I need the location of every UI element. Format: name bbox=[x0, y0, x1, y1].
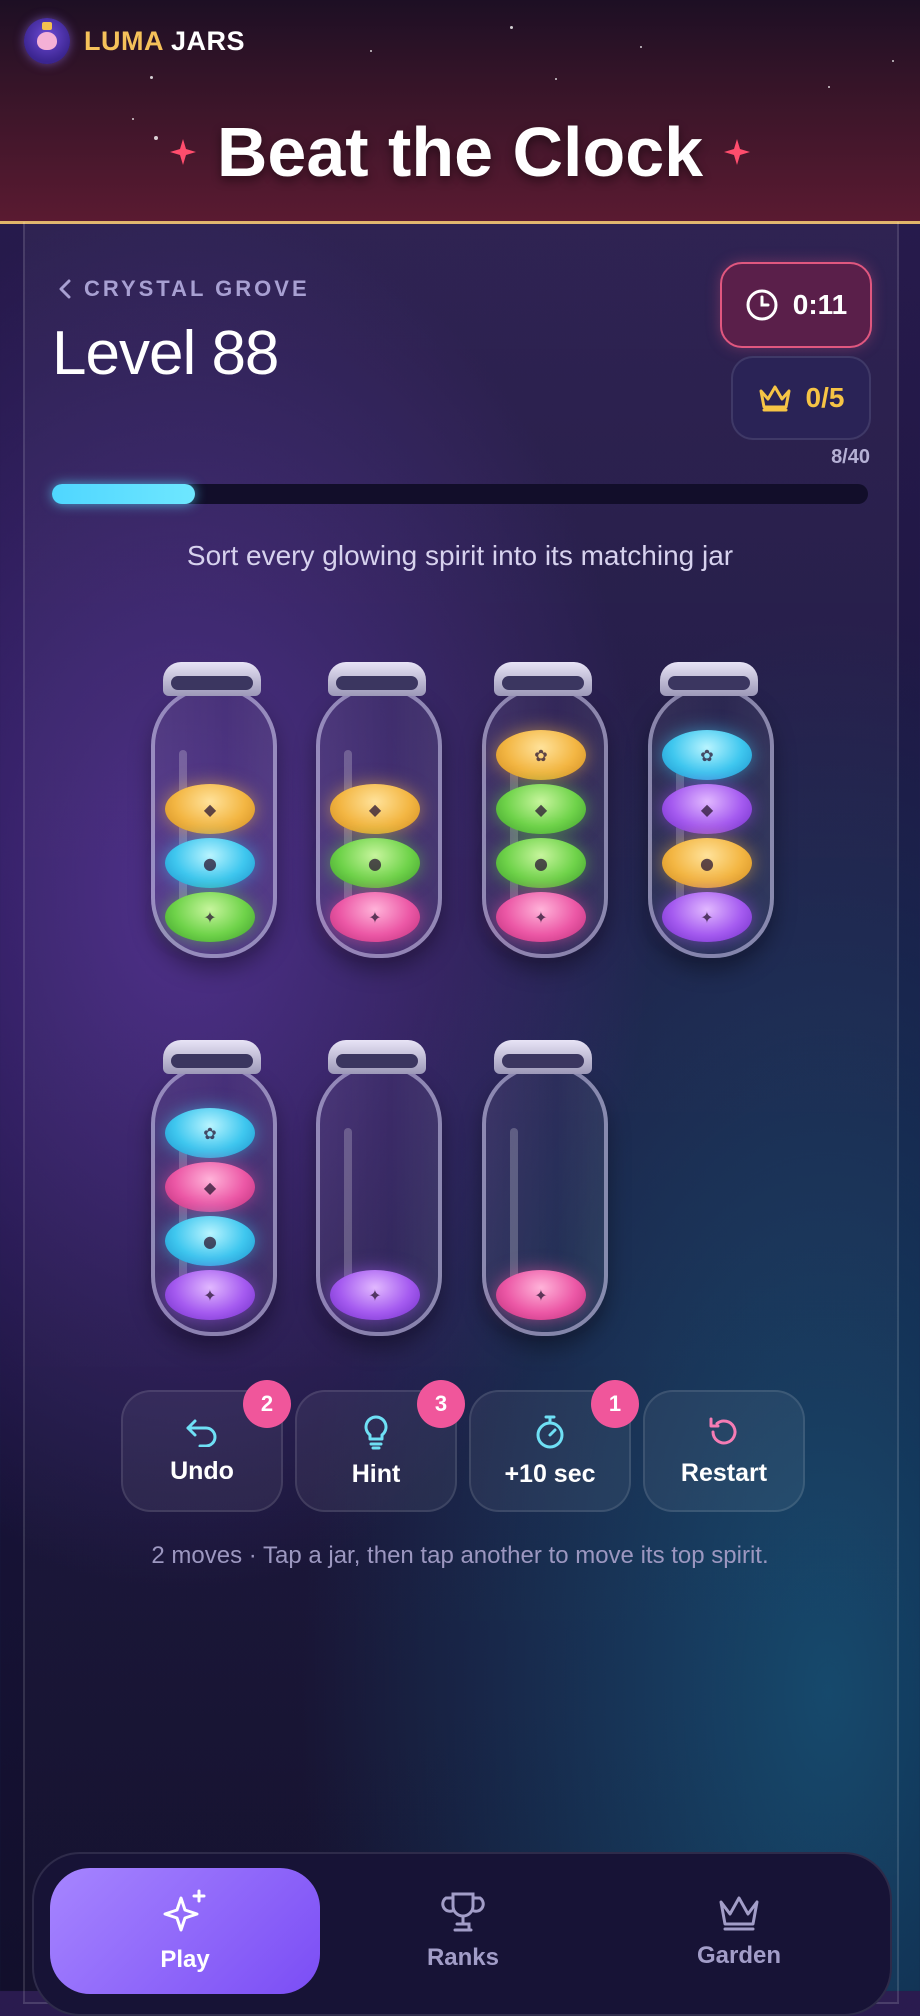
jar[interactable]: ◆ ● ✦ bbox=[316, 662, 442, 958]
spirit-purple: ✦ bbox=[662, 892, 752, 942]
spirit-pink: ✦ bbox=[496, 892, 586, 942]
sparkle-icon bbox=[724, 139, 751, 165]
timer-badge: 0:11 bbox=[720, 262, 872, 348]
score-value: 0/5 bbox=[805, 382, 845, 413]
instruction-text: Sort every glowing spirit into its match… bbox=[186, 540, 734, 571]
spirit-green: ● bbox=[496, 838, 586, 888]
spirit-gold: ◆ bbox=[165, 784, 255, 834]
spirit-gold: ✿ bbox=[496, 730, 586, 780]
jar-lid bbox=[328, 662, 426, 696]
clock-icon bbox=[746, 289, 778, 321]
restart-icon bbox=[709, 1417, 737, 1444]
crown-icon bbox=[759, 385, 791, 412]
nav-play[interactable]: Play bbox=[50, 1868, 320, 1994]
lightbulb-icon bbox=[364, 1415, 388, 1449]
spirit-pink: ✦ bbox=[330, 892, 420, 942]
jar[interactable]: ✿ ◆ ● ✦ bbox=[648, 662, 774, 958]
spirit-cyan: ● bbox=[165, 1216, 255, 1266]
bottom-nav: Play Ranks Garden bbox=[32, 1852, 892, 2016]
crown-icon bbox=[719, 1896, 759, 1931]
jar[interactable]: ✿ ◆ ● ✦ bbox=[482, 662, 608, 958]
nav-ranks[interactable]: Ranks bbox=[328, 1868, 598, 1994]
jar[interactable]: ✦ bbox=[482, 1040, 608, 1336]
sparkles-icon bbox=[163, 1889, 206, 1932]
trophy-icon bbox=[441, 1892, 485, 1932]
jar-lid bbox=[163, 662, 261, 696]
brand-logo bbox=[24, 18, 70, 64]
progress-fill bbox=[52, 484, 195, 504]
undo-button[interactable]: Undo 2 bbox=[121, 1380, 291, 1512]
spirit-cyan: ● bbox=[165, 838, 255, 888]
back-link[interactable]: CRYSTAL GROVE bbox=[58, 276, 310, 302]
add-time-count-badge: 1 bbox=[591, 1380, 639, 1428]
timer-value: 0:11 bbox=[792, 289, 848, 320]
spirit-cyan: ✿ bbox=[662, 730, 752, 780]
spirit-purple: ✦ bbox=[165, 1270, 255, 1320]
progress-bar bbox=[52, 484, 868, 504]
jar[interactable]: ✿ ◆ ● ✦ bbox=[151, 1040, 277, 1336]
spirit-gold: ◆ bbox=[330, 784, 420, 834]
jar[interactable]: ✦ bbox=[316, 1040, 442, 1336]
spirit-pink: ◆ bbox=[165, 1162, 255, 1212]
score-badge: 0/5 bbox=[731, 356, 871, 440]
jar[interactable]: ◆ ● ✦ bbox=[151, 662, 277, 958]
restart-button[interactable]: Restart bbox=[643, 1390, 805, 1512]
jar-lid bbox=[328, 1040, 426, 1074]
page-title: Beat the Clock bbox=[216, 113, 704, 191]
add-time-button[interactable]: +10 sec 1 bbox=[469, 1380, 639, 1512]
progress-count: 8/40 bbox=[831, 446, 870, 468]
undo-icon bbox=[186, 1419, 217, 1447]
spirit-green: ✦ bbox=[165, 892, 255, 942]
moves-hint: 2 moves · Tap a jar, then tap another to… bbox=[151, 1542, 769, 1569]
action-bar: Undo 2 Hint 3 +10 sec 1 Restart bbox=[121, 1380, 805, 1512]
sparkle-icon bbox=[169, 139, 196, 165]
jar-lid bbox=[163, 1040, 261, 1074]
chevron-left-icon bbox=[59, 279, 71, 299]
jar-lid bbox=[660, 662, 758, 696]
spirit-green: ● bbox=[330, 838, 420, 888]
nav-garden[interactable]: Garden bbox=[604, 1868, 874, 1994]
spirit-green: ◆ bbox=[496, 784, 586, 834]
spirit-pink: ✦ bbox=[496, 1270, 586, 1320]
jar-lid bbox=[494, 662, 592, 696]
hint-count-badge: 3 bbox=[417, 1380, 465, 1428]
brand-name: LUMA JARS bbox=[84, 25, 246, 56]
undo-count-badge: 2 bbox=[243, 1380, 291, 1428]
world-name: CRYSTAL GROVE bbox=[84, 276, 310, 301]
spirit-cyan: ✿ bbox=[165, 1108, 255, 1158]
top-banner: LUMA JARS Beat the Clock bbox=[0, 0, 920, 224]
spirit-gold: ● bbox=[662, 838, 752, 888]
level-title: Level 88 bbox=[52, 319, 279, 388]
spirit-purple: ◆ bbox=[662, 784, 752, 834]
brand: LUMA JARS bbox=[24, 18, 245, 64]
jar-lid bbox=[494, 1040, 592, 1074]
spirit-purple: ✦ bbox=[330, 1270, 420, 1320]
stopwatch-icon bbox=[536, 1415, 564, 1448]
hint-button[interactable]: Hint 3 bbox=[295, 1380, 465, 1512]
